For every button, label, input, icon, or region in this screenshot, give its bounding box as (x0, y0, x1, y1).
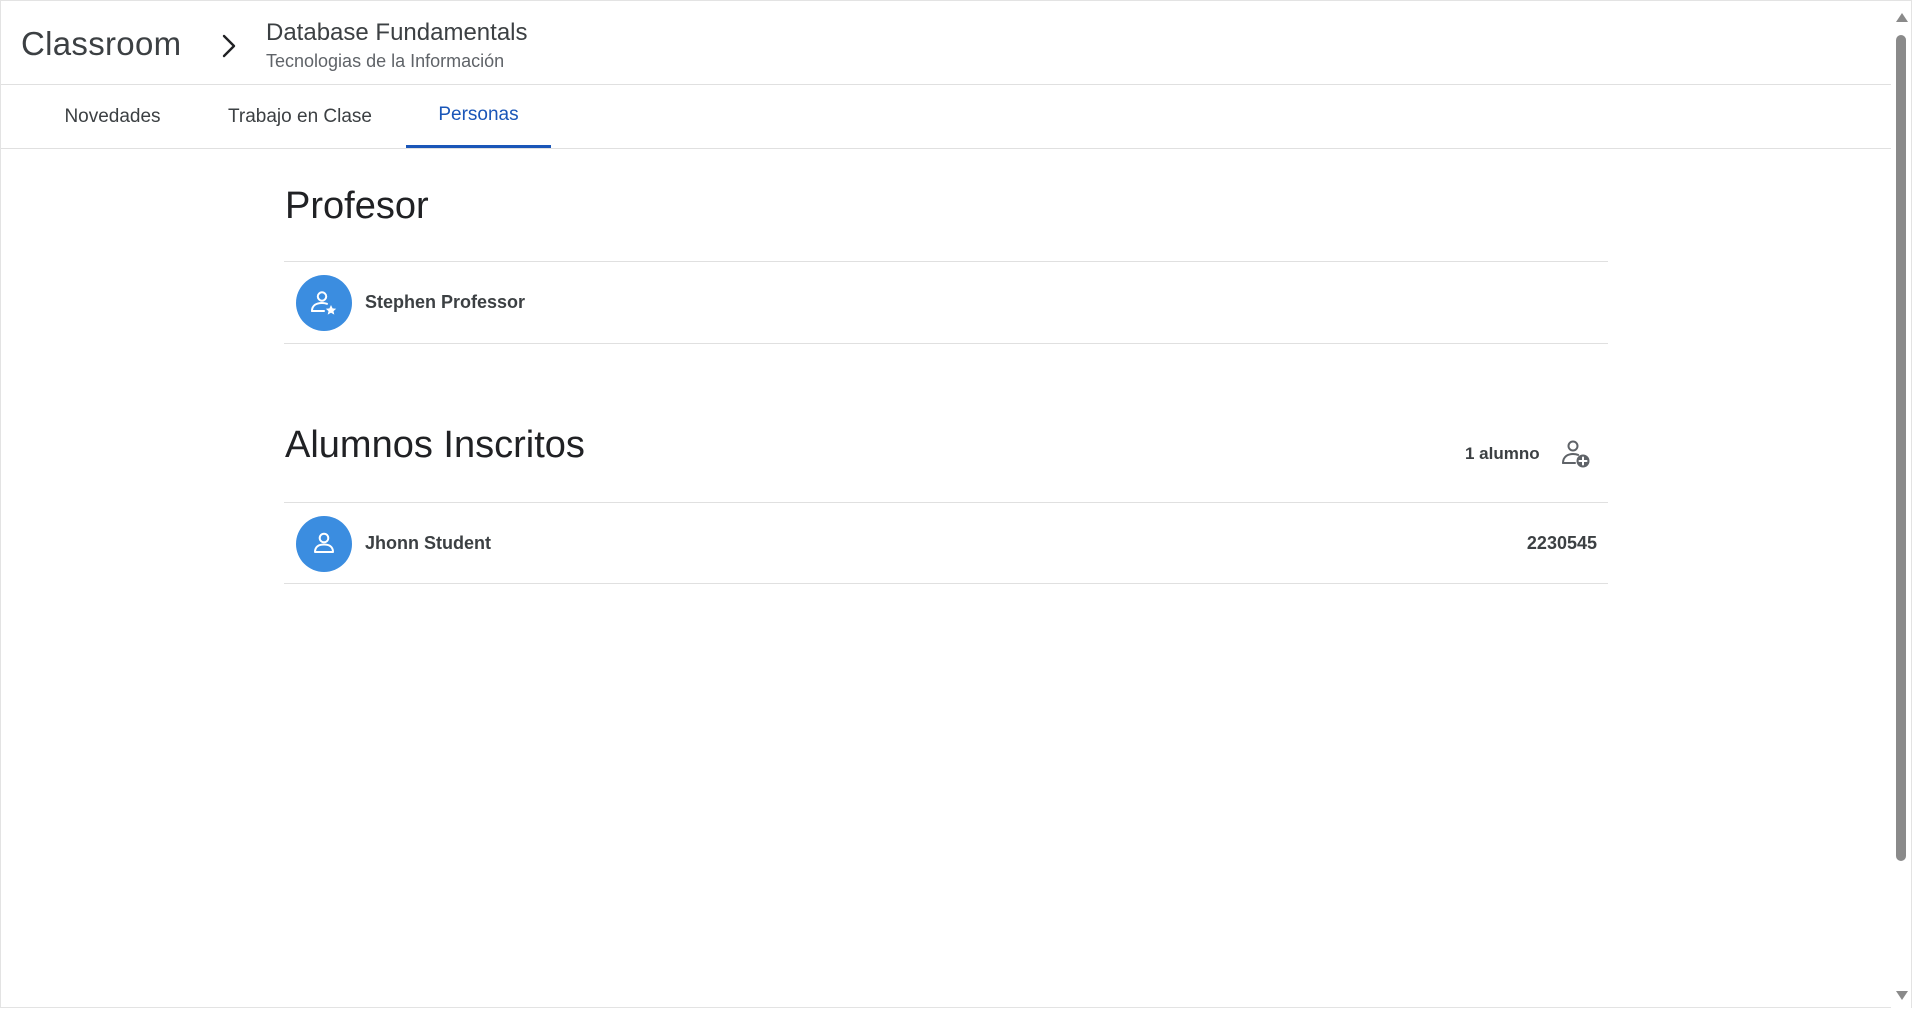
student-avatar (296, 516, 352, 572)
teachers-section-title: Profesor (285, 185, 429, 227)
teacher-row[interactable]: Stephen Professor (284, 263, 1608, 343)
teacher-avatar (296, 275, 352, 331)
divider (284, 502, 1608, 503)
scroll-down-arrow-icon[interactable] (1896, 991, 1908, 1000)
app-title[interactable]: Classroom (21, 25, 181, 63)
students-section-title: Alumnos Inscritos (285, 424, 585, 466)
tab-novedades[interactable]: Novedades (41, 85, 184, 148)
student-row[interactable]: Jhonn Student 2230545 (284, 504, 1608, 584)
tab-personas[interactable]: Personas (406, 85, 551, 148)
divider (284, 343, 1608, 344)
scrollbar-thumb[interactable] (1896, 35, 1906, 861)
course-name: Database Fundamentals (266, 19, 528, 46)
teacher-name: Stephen Professor (365, 292, 526, 312)
student-id: 2230545 (1526, 533, 1597, 553)
tab-bar: Novedades Trabajo en Clase Personas (1, 85, 1891, 149)
course-subtitle: Tecnologias de la Información (266, 51, 505, 71)
student-name: Jhonn Student (365, 533, 491, 553)
scroll-up-arrow-icon[interactable] (1896, 13, 1908, 22)
student-count: 1 alumno (1465, 444, 1540, 463)
person-star-icon (311, 291, 337, 315)
app-header: Classroom Database Fundamentals Tecnolog… (1, 5, 1891, 85)
person-icon (314, 532, 334, 553)
chevron-right-icon (222, 34, 236, 58)
tab-trabajo-en-clase[interactable]: Trabajo en Clase (204, 85, 396, 148)
divider (284, 261, 1608, 262)
divider (284, 583, 1608, 584)
page-frame: Classroom Database Fundamentals Tecnolog… (0, 0, 1912, 1008)
person-add-icon[interactable] (1559, 437, 1593, 471)
